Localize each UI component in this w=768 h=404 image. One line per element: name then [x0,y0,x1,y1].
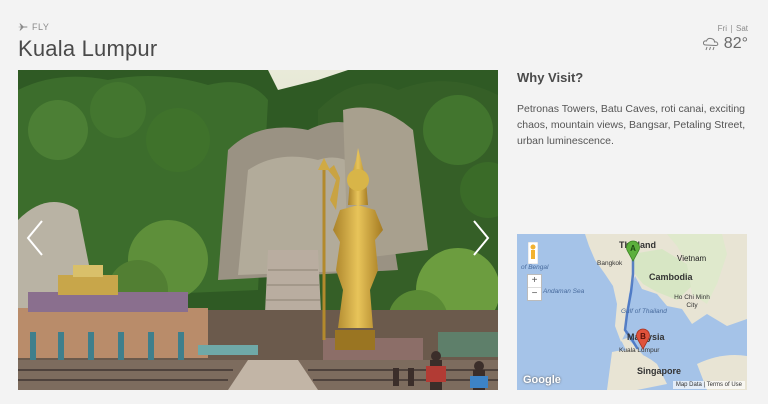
zoom-in-button[interactable]: + [528,275,541,288]
why-visit-description: Petronas Towers, Batu Caves, roti canai,… [517,103,746,147]
street-view-pegman-icon[interactable] [528,242,538,264]
map-label-bangkok: Bangkok [597,260,623,267]
map-credits: Map Data | Terms of Use [672,381,745,389]
day-sat[interactable]: Sat [736,24,748,33]
day-fri[interactable]: Fri [718,24,727,33]
why-visit-title: Why Visit? [517,70,584,85]
rain-cloud-icon [702,37,719,51]
marker-a-label: A [630,244,636,253]
fly-text: FLY [32,22,50,32]
map-label-bay-of-bengal: of Bengal [521,264,549,271]
day-separator [730,24,732,33]
map-marker-a[interactable]: A [625,240,641,262]
weather-widget: Fri Sat 82° [702,24,748,53]
plane-icon [18,23,28,31]
zoom-out-button[interactable]: − [528,288,541,300]
chevron-left-icon [26,220,43,256]
map-data-link[interactable]: Map Data [676,382,702,388]
route-map[interactable]: + − of Bengal Andaman Sea Gulf of Thaila… [517,234,747,390]
map-label-singapore: Singapore [637,366,682,376]
map-marker-b[interactable]: B [635,328,651,350]
map-label-andaman-sea: Andaman Sea [543,288,585,295]
marker-b-label: B [640,332,646,341]
destination-photo [18,70,498,390]
batu-caves-image [18,70,498,390]
destination-header: FLY Kuala Lumpur [18,22,157,62]
google-logo[interactable]: Google [523,374,561,386]
previous-photo-button[interactable] [24,218,46,258]
next-photo-button[interactable] [470,218,492,258]
map-label-gulf-of-thailand: Gulf of Thailand [621,308,667,315]
city-title: Kuala Lumpur [18,36,158,61]
zoom-controls: + − [527,274,542,301]
map-label-cambodia: Cambodia [649,272,693,282]
fly-label: FLY [18,22,157,32]
why-visit-panel: Why Visit? Petronas Towers, Batu Caves, … [517,70,747,149]
forecast-days: Fri Sat [702,24,748,33]
chevron-right-icon [473,220,490,256]
temperature: 82° [723,35,748,52]
map-label-ho-chi-minh: Ho Chi Minh City [674,294,710,309]
terms-of-use-link[interactable]: Terms of Use [707,382,742,388]
map-label-vietnam: Vietnam [677,254,707,263]
